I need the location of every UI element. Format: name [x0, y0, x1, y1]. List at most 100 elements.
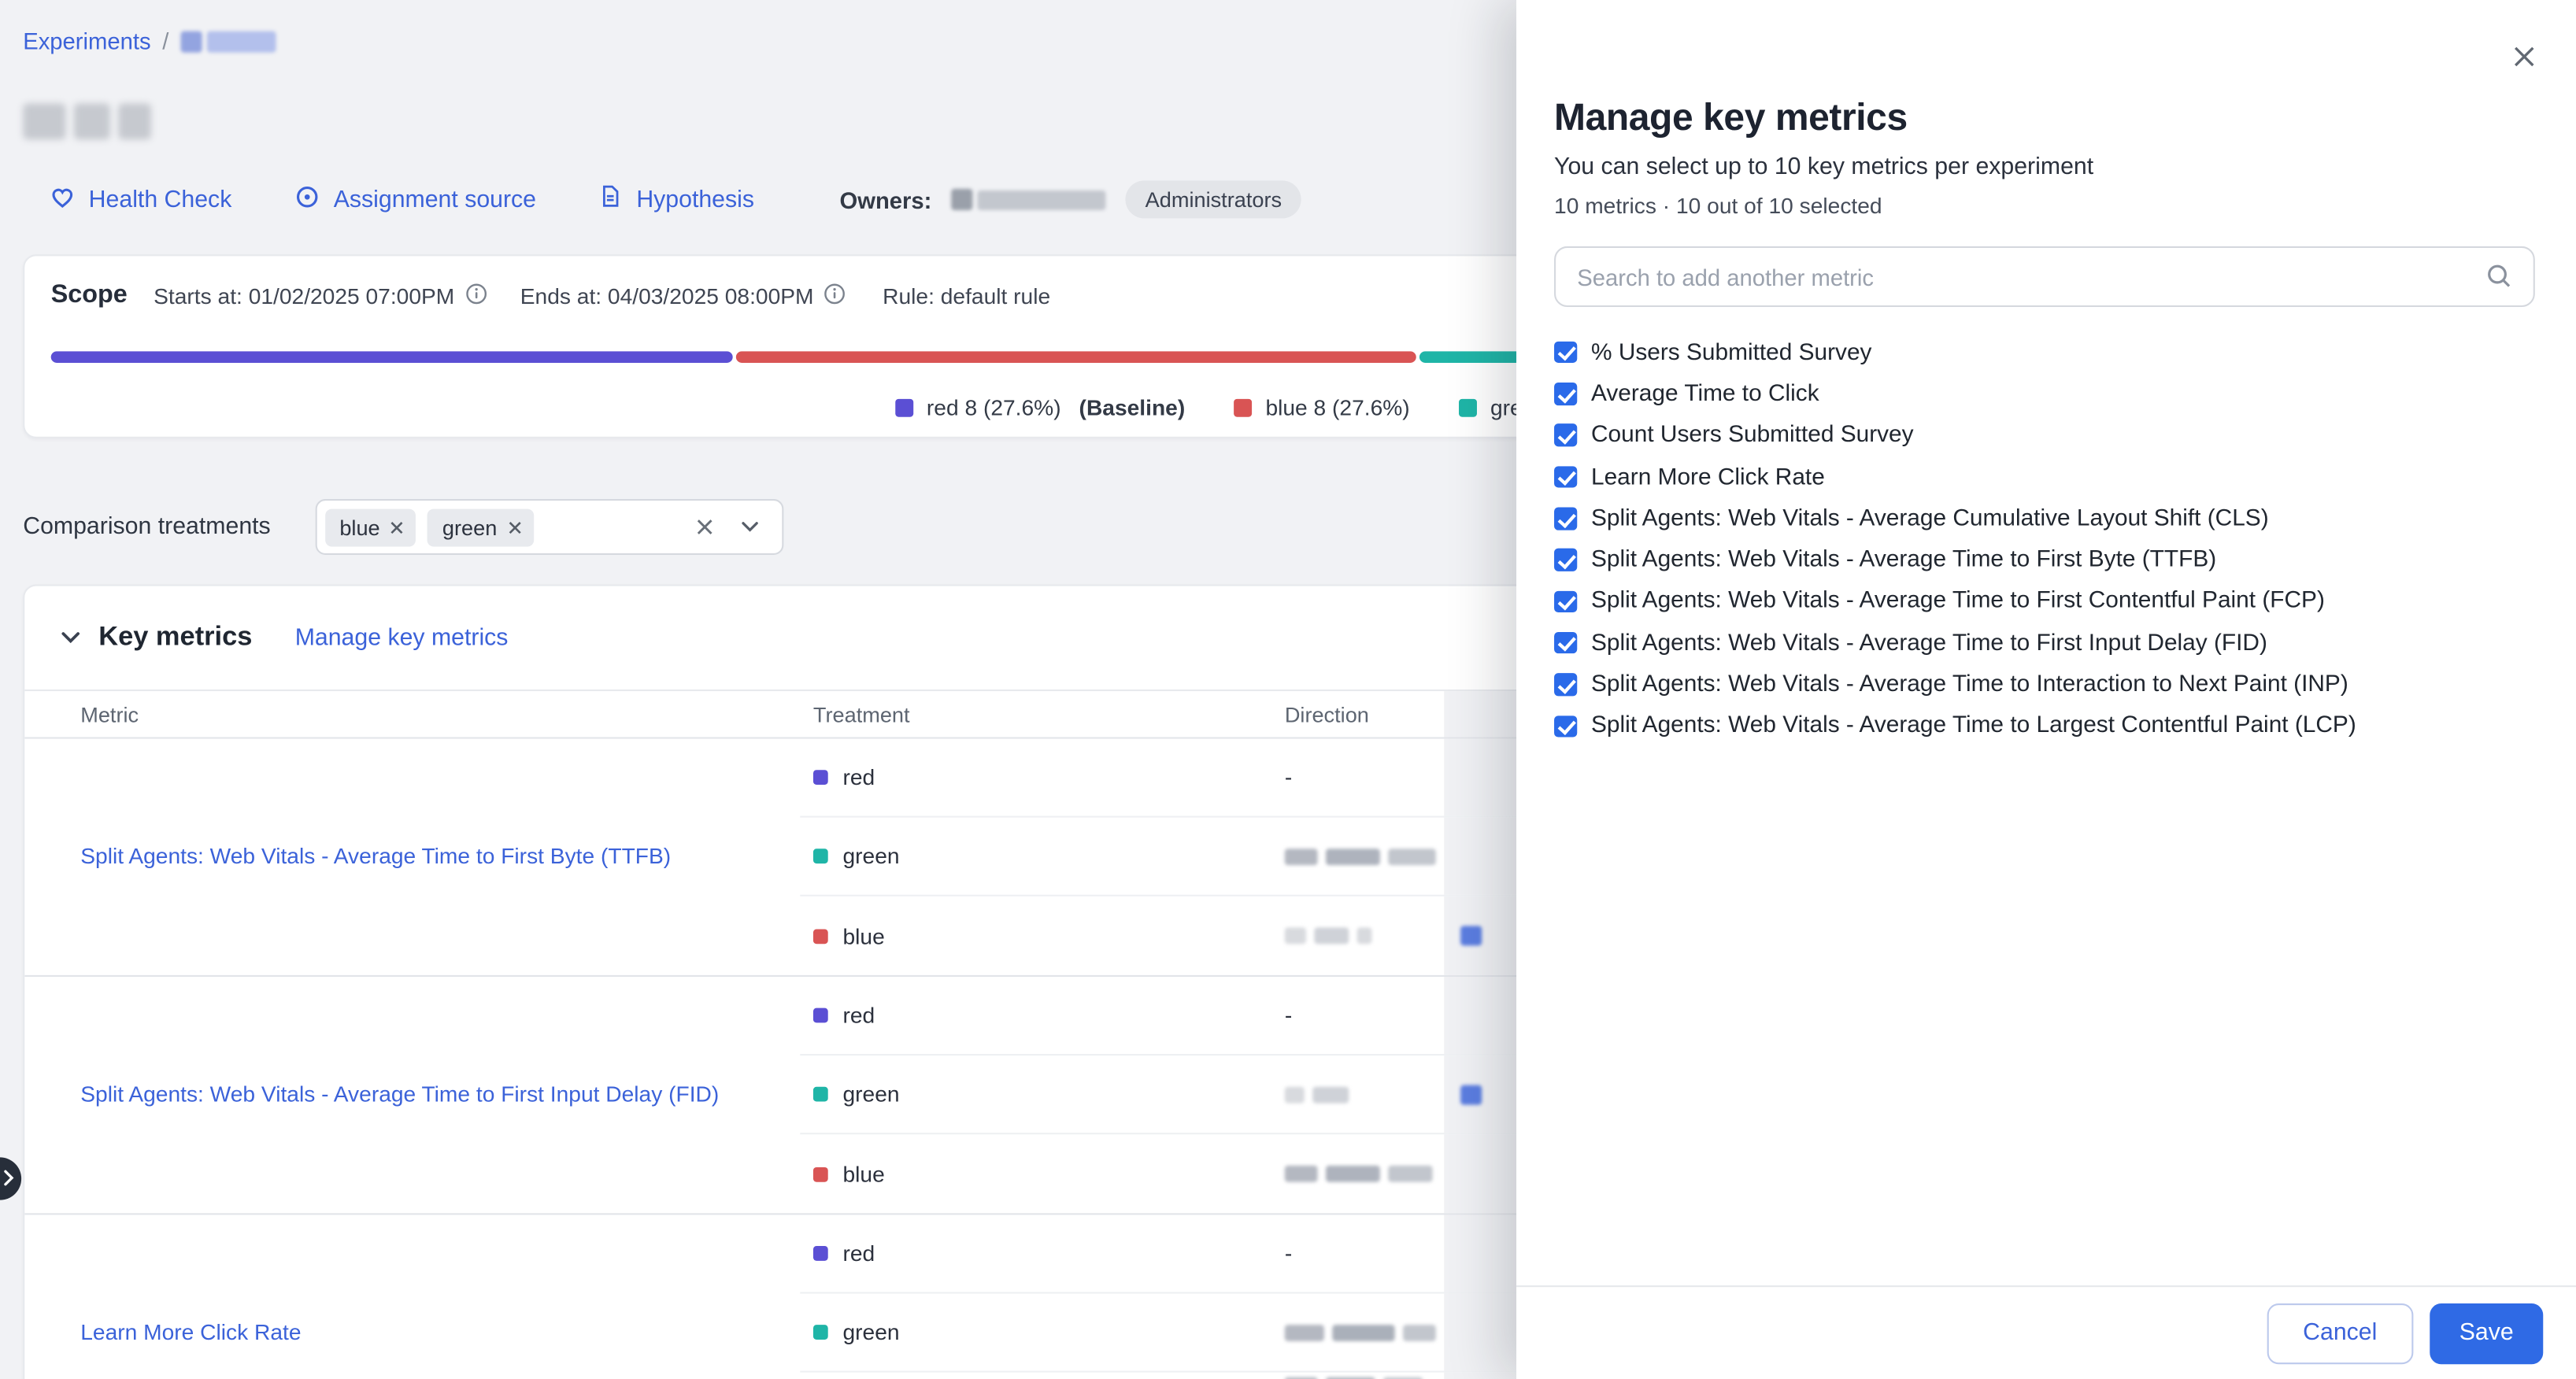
dropdown-chevron-icon[interactable]	[726, 505, 775, 548]
treatment-color-dot	[813, 1166, 828, 1181]
breadcrumb-separator: /	[162, 28, 168, 54]
treatment-name: green	[842, 1081, 899, 1106]
metric-option[interactable]: Split Agents: Web Vitals - Average Cumul…	[1554, 497, 2535, 539]
redacted-direction-value	[1285, 1086, 1349, 1103]
redacted-direction-value	[1285, 848, 1436, 864]
treatment-chip-green[interactable]: green	[427, 508, 533, 546]
heart-icon	[50, 183, 76, 216]
experiment-nav: Health Check Assignment source Hypothesi…	[50, 180, 1301, 218]
metric-checkbox[interactable]	[1554, 715, 1576, 737]
drawer-footer: Cancel Save	[1516, 1285, 2576, 1379]
metric-search	[1554, 246, 2535, 307]
treatment-color-dot	[813, 848, 828, 863]
treatment-color-dot	[813, 928, 828, 943]
treatment-name: red	[842, 765, 875, 789]
metric-option[interactable]: Learn More Click Rate	[1554, 457, 2535, 498]
hypothesis-link[interactable]: Hypothesis	[598, 184, 754, 216]
info-icon[interactable]	[464, 282, 487, 309]
treatment-multiselect[interactable]: blue green	[315, 499, 783, 555]
direction-cell	[1262, 897, 1445, 975]
comparison-treatments-row: Comparison treatments blue green	[23, 499, 783, 555]
clear-selection-icon[interactable]	[683, 505, 725, 548]
redacted-value-chip	[1460, 1085, 1482, 1104]
assignment-source-link[interactable]: Assignment source	[294, 183, 536, 216]
metric-checkbox[interactable]	[1554, 342, 1576, 364]
direction-cell: -	[1262, 1214, 1445, 1292]
direction-cell	[1262, 1373, 1445, 1379]
scope-title: Scope	[51, 281, 128, 311]
column-header-metric: Metric	[24, 691, 800, 737]
metric-option[interactable]: Split Agents: Web Vitals - Average Time …	[1554, 581, 2535, 623]
metric-option-label: % Users Submitted Survey	[1591, 339, 1872, 365]
save-button[interactable]: Save	[2430, 1303, 2543, 1363]
metric-checkbox[interactable]	[1554, 674, 1576, 696]
metric-link[interactable]: Learn More Click Rate	[80, 1318, 301, 1348]
metric-checkbox[interactable]	[1554, 508, 1576, 530]
metric-option[interactable]: Split Agents: Web Vitals - Average Time …	[1554, 623, 2535, 664]
metric-option-label: Split Agents: Web Vitals - Average Cumul…	[1591, 505, 2269, 531]
rule-text: Rule: default rule	[883, 283, 1050, 308]
target-icon	[294, 183, 320, 216]
column-header-direction: Direction	[1262, 691, 1445, 737]
treatment-name: green	[842, 1320, 899, 1344]
metric-option[interactable]: Split Agents: Web Vitals - Average Time …	[1554, 705, 2535, 747]
health-check-link[interactable]: Health Check	[50, 183, 232, 216]
treatment-name: blue	[842, 923, 884, 948]
administrators-badge: Administrators	[1126, 180, 1301, 218]
info-icon[interactable]	[824, 282, 846, 309]
collapse-chevron-icon[interactable]	[61, 630, 80, 645]
cancel-button[interactable]: Cancel	[2267, 1303, 2413, 1363]
metric-option-label: Learn More Click Rate	[1591, 464, 1825, 490]
redacted-owner-name	[951, 189, 1105, 210]
treatment-color-dot	[813, 770, 828, 785]
treatment-color-dot	[813, 1087, 828, 1102]
metric-option[interactable]: Split Agents: Web Vitals - Average Time …	[1554, 539, 2535, 581]
metric-option-label: Split Agents: Web Vitals - Average Time …	[1591, 713, 2356, 739]
metric-option-label: Count Users Submitted Survey	[1591, 423, 1914, 449]
redacted-direction-value	[1285, 1166, 1433, 1182]
metric-option[interactable]: % Users Submitted Survey	[1554, 331, 2535, 373]
metric-link[interactable]: Split Agents: Web Vitals - Average Time …	[80, 842, 671, 872]
search-icon	[2484, 261, 2514, 299]
bar-segment-red	[51, 351, 732, 363]
metric-option[interactable]: Average Time to Click	[1554, 373, 2535, 415]
owners-label: Owners:	[840, 187, 932, 213]
treatment-name: red	[842, 1003, 875, 1027]
metric-checkbox[interactable]	[1554, 549, 1576, 571]
breadcrumb: Experiments /	[23, 28, 276, 54]
metric-link[interactable]: Split Agents: Web Vitals - Average Time …	[80, 1080, 719, 1110]
breadcrumb-experiments-link[interactable]: Experiments	[23, 28, 150, 54]
sidebar-expand-button[interactable]	[0, 1157, 21, 1200]
metric-checkbox[interactable]	[1554, 466, 1576, 488]
metric-option-label: Split Agents: Web Vitals - Average Time …	[1591, 589, 2325, 615]
metric-option[interactable]: Split Agents: Web Vitals - Average Time …	[1554, 664, 2535, 705]
metric-search-input[interactable]	[1554, 246, 2535, 307]
redacted-direction-value	[1285, 1324, 1436, 1340]
treatment-name: green	[842, 844, 899, 868]
metric-checkbox[interactable]	[1554, 424, 1576, 446]
redacted-direction-value	[1285, 927, 1372, 944]
ends-at-text: Ends at: 04/03/2025 08:00PM	[520, 283, 814, 308]
manage-key-metrics-link[interactable]: Manage key metrics	[295, 625, 509, 651]
direction-cell: -	[1262, 739, 1445, 816]
metric-checkbox[interactable]	[1554, 383, 1576, 405]
legend-item: red 8 (27.6%) (Baseline)	[895, 396, 1185, 420]
assignment-source-label: Assignment source	[334, 187, 536, 213]
remove-chip-icon[interactable]	[390, 515, 405, 539]
key-metrics-title: Key metrics	[98, 622, 252, 653]
close-icon[interactable]	[2504, 36, 2543, 76]
treatment-chip-blue[interactable]: blue	[325, 508, 416, 546]
starts-at-text: Starts at: 01/02/2025 07:00PM	[154, 283, 454, 308]
direction-cell	[1262, 818, 1445, 895]
owners-section: Owners: Administrators	[840, 180, 1302, 218]
metric-option[interactable]: Count Users Submitted Survey	[1554, 415, 2535, 457]
direction-cell	[1262, 1294, 1445, 1371]
legend-item: gre	[1459, 396, 1522, 420]
metric-checkbox[interactable]	[1554, 632, 1576, 654]
direction-cell	[1262, 1134, 1445, 1213]
metric-checkbox[interactable]	[1554, 590, 1576, 612]
legend-item: blue 8 (27.6%)	[1234, 396, 1410, 420]
document-icon	[598, 184, 623, 216]
metric-option-label: Split Agents: Web Vitals - Average Time …	[1591, 671, 2348, 697]
remove-chip-icon[interactable]	[507, 515, 522, 539]
